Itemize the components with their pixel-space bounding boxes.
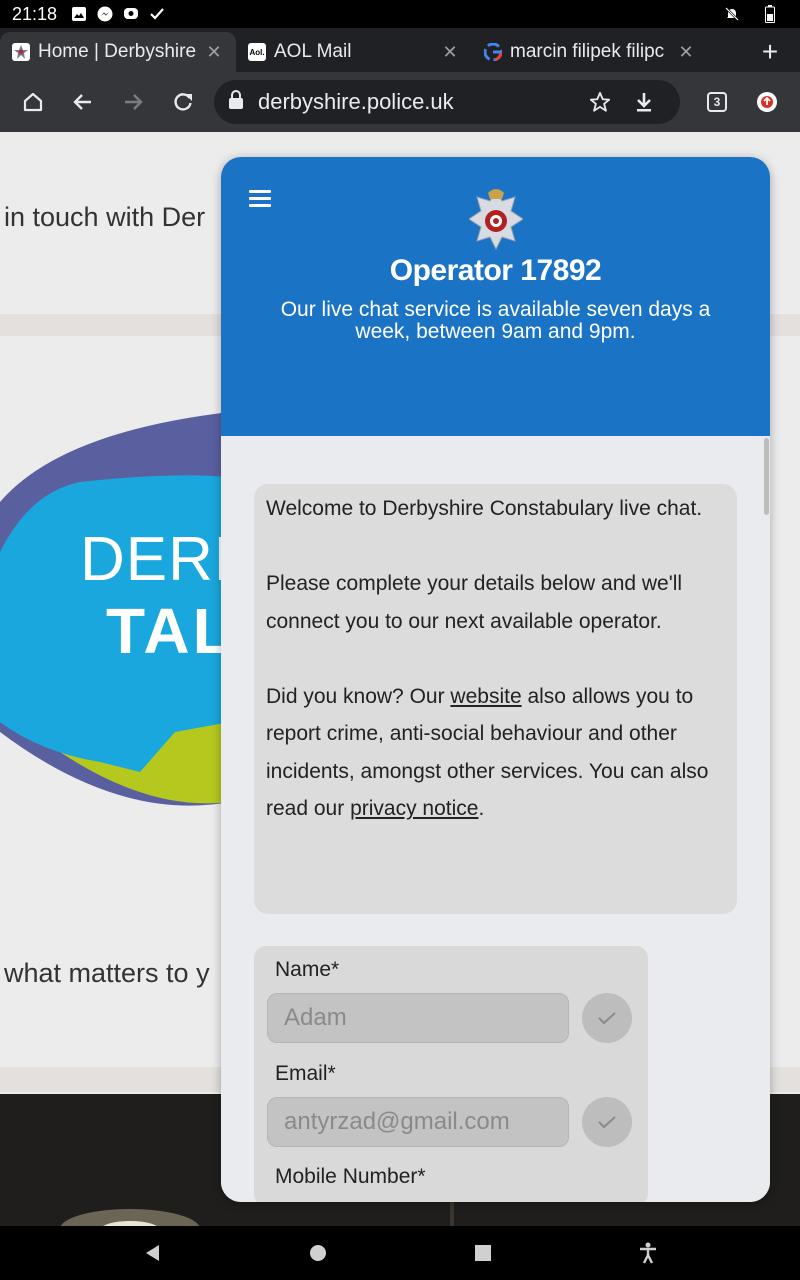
- aol-favicon: Aol.: [248, 43, 266, 61]
- image-icon: [71, 6, 87, 22]
- name-label: Name*: [275, 958, 340, 981]
- logo-word-2: TAL: [106, 595, 235, 667]
- url-text[interactable]: derbyshire.police.uk: [258, 89, 578, 115]
- tab-switcher-button[interactable]: 3: [692, 77, 742, 127]
- notifications-off-icon: [724, 6, 740, 22]
- email-input[interactable]: antyrzad@gmail.com: [267, 1097, 569, 1147]
- page-scrollbar[interactable]: [788, 132, 794, 1226]
- android-nav-bar: [0, 1226, 800, 1280]
- derbyshire-police-crest-logo: [469, 189, 523, 251]
- menu-button[interactable]: [742, 77, 792, 127]
- back-button[interactable]: [58, 77, 108, 127]
- tab-aol-mail[interactable]: Aol. AOL Mail ✕: [236, 32, 472, 72]
- close-icon[interactable]: ✕: [440, 42, 460, 63]
- home-button[interactable]: [8, 77, 58, 127]
- welcome-message-bubble: Welcome to Derbyshire Constabulary live …: [254, 484, 737, 914]
- forward-arrow-icon: [125, 94, 143, 110]
- website-link[interactable]: website: [450, 685, 521, 708]
- checkmark-icon: [598, 1116, 616, 1129]
- mobile-number-label: Mobile Number*: [275, 1165, 426, 1188]
- chat-scrollbar[interactable]: [762, 436, 770, 1202]
- chat-body[interactable]: Welcome to Derbyshire Constabulary live …: [221, 436, 770, 1202]
- nav-recents-button[interactable]: [463, 1233, 503, 1273]
- status-time: 21:18: [12, 3, 58, 24]
- police-crest-favicon: [12, 43, 30, 61]
- recents-square-icon: [474, 1245, 491, 1261]
- tab-strip: Home | Derbyshire ✕ Aol. AOL Mail ✕ marc…: [0, 28, 800, 72]
- operator-title: Operator 17892: [389, 254, 602, 287]
- privacy-notice-link[interactable]: privacy notice: [350, 797, 478, 820]
- address-bar[interactable]: derbyshire.police.uk: [214, 80, 680, 124]
- chat-bubble-icon: [123, 6, 139, 22]
- status-bar: 21:18: [0, 0, 800, 28]
- details-form: Name* Adam Email* antyrzad@gmail.com Mob…: [254, 946, 648, 1202]
- tab-home-derbyshire[interactable]: Home | Derbyshire ✕: [0, 32, 236, 72]
- reload-icon: [174, 93, 192, 111]
- tab-count: 3: [713, 95, 721, 109]
- tab-title: Home | Derbyshire: [38, 41, 197, 62]
- close-icon[interactable]: ✕: [204, 42, 224, 63]
- live-chat-widget: Operator 17892 Our live chat service is …: [221, 157, 770, 1202]
- back-triangle-icon: [145, 1245, 159, 1261]
- messenger-icon: [97, 6, 113, 22]
- chat-availability-text: Our live chat service is available seven…: [280, 298, 711, 343]
- nav-home-button[interactable]: [298, 1233, 338, 1273]
- battery-icon: [762, 5, 778, 23]
- home-icon: [23, 92, 43, 112]
- email-confirm-button[interactable]: [582, 1097, 632, 1147]
- chat-header: Operator 17892 Our live chat service is …: [221, 157, 770, 436]
- welcome-paragraph: Welcome to Derbyshire Constabulary live …: [266, 497, 703, 520]
- download-icon[interactable]: [622, 91, 666, 113]
- page-text-matters: what matters to y: [4, 958, 210, 988]
- nav-back-button[interactable]: [133, 1233, 173, 1273]
- bookmark-star-icon[interactable]: [578, 91, 622, 113]
- tab-title: AOL Mail: [274, 41, 352, 62]
- instructions-paragraph: Please complete your details below and w…: [266, 572, 683, 633]
- forward-button[interactable]: [108, 77, 158, 127]
- update-available-icon: [757, 92, 777, 112]
- back-arrow-icon: [73, 94, 91, 110]
- accessibility-button[interactable]: [628, 1233, 668, 1273]
- new-tab-button[interactable]: +: [740, 32, 800, 72]
- checkmark-icon: [598, 1012, 616, 1025]
- name-confirm-button[interactable]: [582, 993, 632, 1043]
- hamburger-menu-icon[interactable]: [249, 190, 271, 207]
- name-input[interactable]: Adam: [267, 993, 569, 1043]
- tab-title: marcin filipek filipc: [510, 41, 665, 62]
- accessibility-icon: [639, 1242, 656, 1264]
- info-paragraph: Did you know? Our website also allows yo…: [266, 684, 709, 821]
- reload-button[interactable]: [158, 77, 208, 127]
- google-favicon: [484, 43, 502, 61]
- lock-icon[interactable]: [228, 89, 244, 115]
- browser-toolbar: derbyshire.police.uk 3: [0, 72, 800, 132]
- email-label: Email*: [275, 1062, 336, 1085]
- close-icon[interactable]: ✕: [676, 42, 696, 63]
- tab-google-search[interactable]: marcin filipek filipc ✕: [472, 32, 708, 72]
- page-text-intro: in touch with Der: [4, 202, 206, 232]
- home-circle-icon: [309, 1245, 326, 1261]
- check-icon: [149, 6, 165, 22]
